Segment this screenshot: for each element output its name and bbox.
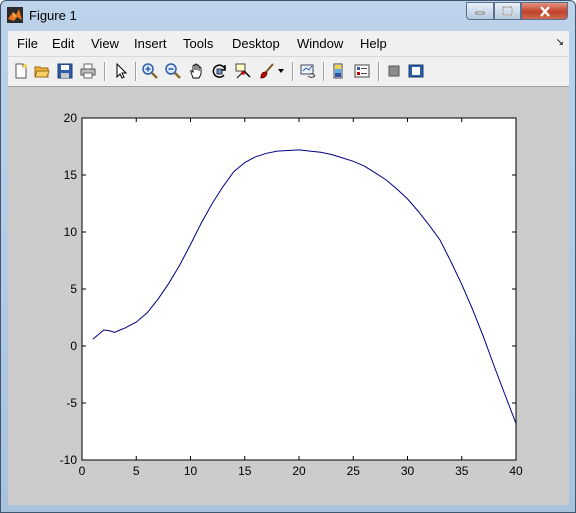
menu-help[interactable]: Help: [360, 36, 387, 51]
x-tick-label: 40: [509, 464, 523, 478]
menu-tools[interactable]: Tools: [183, 36, 213, 51]
toolbar-separator: [292, 62, 294, 81]
insert-colorbar-button[interactable]: [329, 62, 347, 80]
pan-button[interactable]: [188, 62, 206, 80]
x-tick-label: 30: [401, 464, 415, 478]
zoom-out-button[interactable]: [164, 62, 182, 80]
y-tick-label: -10: [60, 453, 78, 467]
link-plot-icon: [300, 64, 316, 79]
brush-dropdown-icon: [278, 69, 284, 73]
toolbar-separator: [104, 62, 106, 81]
toolbar-separator: [135, 62, 137, 81]
save-button[interactable]: [56, 62, 74, 80]
menu-insert[interactable]: Insert: [134, 36, 167, 51]
maximize-icon: [502, 6, 513, 16]
show-plot-tools-icon: [408, 64, 424, 78]
legend-icon: [354, 64, 370, 78]
figure-toolbar: [8, 56, 569, 87]
y-tick-label: 15: [64, 168, 78, 182]
print-icon: [80, 63, 96, 79]
insert-legend-button[interactable]: [353, 62, 371, 80]
save-icon: [57, 63, 73, 79]
pan-hand-icon: [190, 63, 202, 79]
maximize-button[interactable]: [494, 2, 521, 20]
minimize-button[interactable]: [466, 2, 494, 20]
figure-window: Figure 1 File Edit View Insert Tools Des…: [0, 0, 576, 513]
menu-desktop[interactable]: Desktop: [232, 36, 280, 51]
title-bar[interactable]: Figure 1: [1, 1, 575, 30]
hide-plot-tools-icon: [388, 65, 400, 77]
zoom-in-button[interactable]: [141, 62, 159, 80]
y-tick-label: 5: [70, 282, 77, 296]
edit-plot-button[interactable]: [112, 62, 130, 80]
x-tick-label: 0: [79, 464, 86, 478]
link-plot-button[interactable]: [299, 62, 317, 80]
rotate-3d-button[interactable]: [211, 62, 229, 80]
y-tick-label: 10: [64, 225, 78, 239]
menu-bar: File Edit View Insert Tools Desktop Wind…: [8, 31, 569, 56]
colorbar-icon: [333, 63, 343, 79]
toolbar-separator: [323, 62, 325, 81]
edit-plot-arrow-icon: [116, 63, 128, 79]
x-tick-label: 35: [455, 464, 469, 478]
x-tick-label: 20: [292, 464, 306, 478]
menu-window[interactable]: Window: [297, 36, 343, 51]
menu-edit[interactable]: Edit: [52, 36, 74, 51]
open-file-button[interactable]: [33, 62, 51, 80]
print-button[interactable]: [79, 62, 97, 80]
zoom-out-icon: [165, 63, 181, 79]
x-tick-label: 10: [184, 464, 198, 478]
y-tick-label: 20: [64, 111, 78, 125]
y-tick-label: -5: [66, 396, 77, 410]
figure-canvas: 0 5 10 15 20 25 30 35 40 -10 -5 0 5 10 15 20: [8, 87, 569, 505]
open-file-icon: [34, 66, 50, 78]
x-tick-label: 5: [133, 464, 140, 478]
x-tick-label: 15: [238, 464, 252, 478]
new-figure-icon: [15, 63, 27, 79]
plot-svg: 0 5 10 15 20 25 30 35 40 -10 -5 0 5 10 15 20: [60, 111, 523, 478]
minimize-icon: [475, 11, 485, 15]
brush-icon: [260, 63, 274, 79]
menu-view[interactable]: View: [91, 36, 119, 51]
brush-dropdown-button[interactable]: [276, 62, 286, 80]
rotate-3d-icon: [212, 64, 226, 78]
data-cursor-button[interactable]: [234, 62, 252, 80]
matlab-icon: [7, 7, 23, 23]
x-tick-label: 25: [347, 464, 361, 478]
dock-arrow-icon[interactable]: ↘: [556, 37, 564, 48]
brush-button[interactable]: [258, 62, 276, 80]
axes-box: [81, 117, 517, 461]
close-icon: [539, 5, 550, 17]
data-cursor-icon: [235, 63, 251, 79]
menu-file[interactable]: File: [17, 36, 38, 51]
y-tick-label: 0: [70, 339, 77, 353]
show-plot-tools-button[interactable]: [407, 62, 425, 80]
new-figure-button[interactable]: [12, 62, 30, 80]
close-button[interactable]: [521, 2, 568, 20]
zoom-in-icon: [142, 63, 158, 79]
hide-plot-tools-button[interactable]: [385, 62, 403, 80]
toolbar-separator: [378, 62, 380, 81]
window-title: Figure 1: [29, 8, 77, 23]
